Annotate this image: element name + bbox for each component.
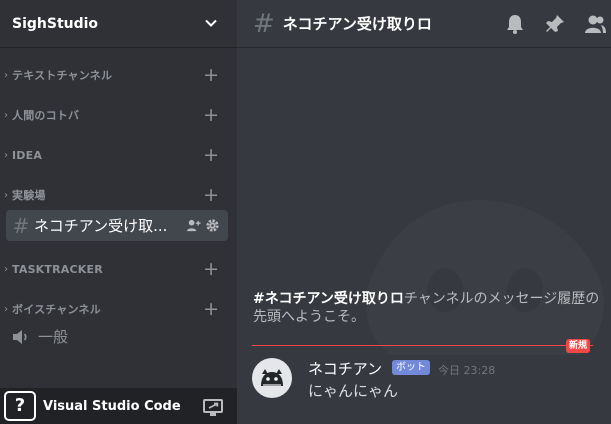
channel-item-active[interactable]: # ネコチアン受け取... (6, 210, 228, 241)
caret-right-icon: › (4, 149, 8, 161)
activity-bar: ? Visual Studio Code (0, 388, 237, 424)
channel-header: # ネコチアン受け取りロ (237, 0, 611, 48)
plus-icon[interactable]: + (203, 66, 219, 85)
voice-channel-general[interactable]: 一般 (12, 326, 68, 347)
category-label: 実験場 (12, 189, 46, 202)
add-member-icon[interactable] (186, 218, 201, 233)
hash-icon: # (253, 8, 275, 39)
new-messages-divider (252, 345, 593, 346)
plus-icon[interactable]: + (203, 146, 219, 165)
caret-right-icon: › (4, 69, 8, 81)
avatar[interactable] (252, 358, 292, 398)
category-idea[interactable]: › IDEA + (0, 145, 237, 165)
category-text-channels[interactable]: › テキストチャンネル + (0, 65, 237, 85)
message-author[interactable]: ネコチアン (308, 358, 382, 379)
category-voice-channels[interactable]: › ボイスチャンネル + (0, 299, 237, 319)
category-experiment[interactable]: › 実験場 + (0, 185, 237, 205)
plus-icon[interactable]: + (203, 106, 219, 125)
plus-icon[interactable]: + (203, 260, 219, 279)
members-icon[interactable] (584, 13, 606, 35)
voice-channel-name: 一般 (38, 328, 69, 346)
discord-watermark-icon (366, 200, 604, 355)
category-label: ボイスチャンネル (12, 303, 101, 316)
caret-down-icon: › (4, 303, 8, 315)
category-label: 人間のコトバ (12, 109, 80, 122)
welcome-channel-name: #ネコチアン受け取りロ (253, 291, 404, 307)
chevron-down-icon[interactable] (205, 17, 217, 29)
plus-icon[interactable]: + (203, 300, 219, 319)
caret-down-icon: › (4, 189, 8, 201)
hash-icon: # (12, 213, 30, 238)
bell-icon[interactable] (504, 13, 526, 35)
message-timestamp: 今日 23:28 (438, 364, 496, 377)
screen-share-icon[interactable] (203, 399, 223, 417)
pin-icon[interactable] (544, 13, 566, 35)
gear-icon[interactable] (205, 218, 220, 233)
cat-avatar-icon (261, 369, 283, 386)
category-label: IDEA (12, 148, 43, 162)
message-content: にゃんにゃん (308, 382, 399, 400)
speaker-icon (13, 329, 27, 344)
category-label: テキストチャンネル (12, 69, 113, 82)
bot-tag: ボット (392, 360, 430, 375)
server-header[interactable]: SighStudio (0, 0, 237, 48)
category-human-words[interactable]: › 人間のコトバ + (0, 105, 237, 125)
server-name: SighStudio (12, 15, 99, 32)
category-label: TASKTRACKER (12, 262, 103, 276)
activity-app-icon: ? (4, 391, 36, 421)
caret-right-icon: › (4, 263, 8, 275)
new-badge: 新規 (566, 339, 591, 353)
channel-title: ネコチアン受け取りロ (282, 15, 432, 33)
caret-right-icon: › (4, 109, 8, 121)
activity-name: Visual Studio Code (43, 398, 181, 414)
category-tasktracker[interactable]: › TASKTRACKER + (0, 259, 237, 279)
plus-icon[interactable]: + (203, 186, 219, 205)
channel-welcome-text: #ネコチアン受け取りロチャンネルのメッセージ履歴の先頭へようこそ。 (253, 290, 603, 326)
channel-sidebar: SighStudio › テキストチャンネル + › 人間のコトバ + › ID… (0, 0, 237, 424)
channel-name: ネコチアン受け取... (34, 217, 168, 235)
